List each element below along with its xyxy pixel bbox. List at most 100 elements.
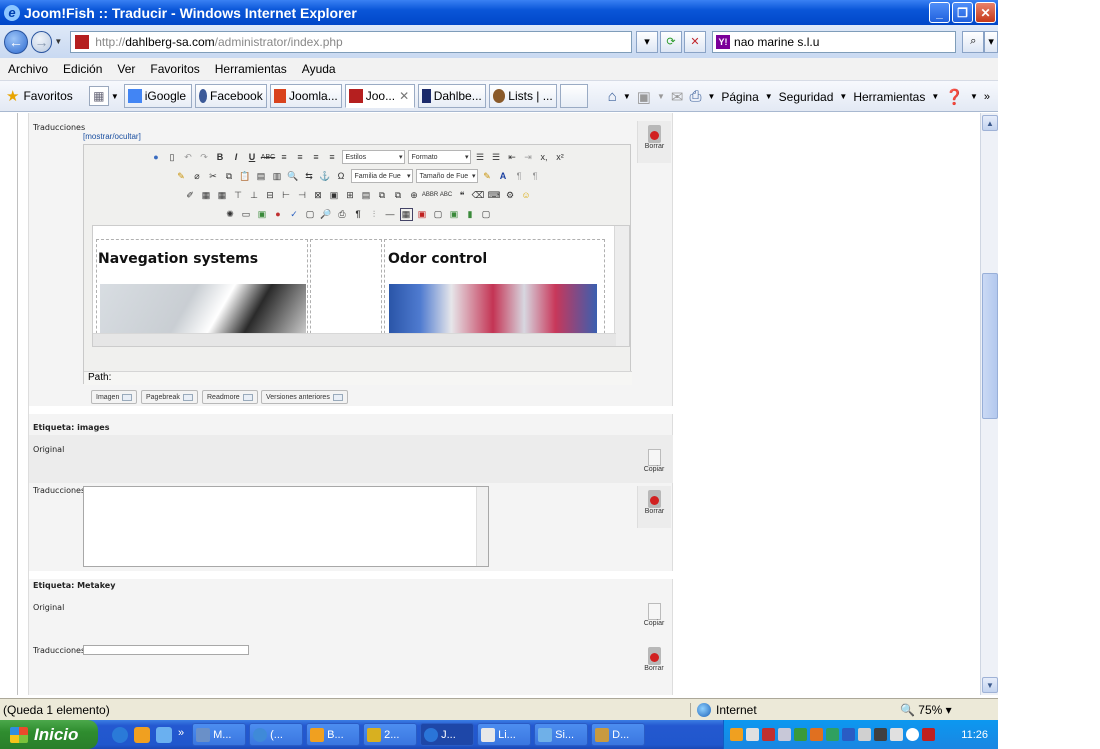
align-left-icon[interactable]: ≡ bbox=[278, 151, 291, 164]
visual-aid-icon[interactable]: ▦ bbox=[399, 207, 413, 221]
spellcheck-icon[interactable]: ✓ bbox=[288, 208, 301, 221]
taskbar-button-4[interactable]: 2... bbox=[363, 723, 418, 746]
versiones-anteriores-button[interactable]: Versiones anteriores bbox=[261, 390, 348, 404]
scroll-thumb[interactable] bbox=[982, 273, 998, 419]
subscript-icon[interactable]: x, bbox=[538, 151, 551, 164]
row-before-icon[interactable]: ⊤ bbox=[232, 189, 245, 202]
delete-row-icon[interactable]: ⊟ bbox=[264, 189, 277, 202]
restore-button[interactable]: ❐ bbox=[952, 2, 973, 23]
find-icon[interactable]: 🔍 bbox=[287, 170, 300, 183]
menu-herramientas[interactable]: Herramientas bbox=[215, 62, 287, 76]
ltr-icon[interactable]: ¶ bbox=[513, 170, 526, 183]
about-icon[interactable]: ● bbox=[150, 151, 163, 164]
strikethrough-icon[interactable]: ABC bbox=[261, 151, 275, 164]
explorer-quicklaunch-icon[interactable] bbox=[156, 726, 172, 743]
menu-ayuda[interactable]: Ayuda bbox=[302, 62, 336, 76]
deletion-icon[interactable]: ⌫ bbox=[472, 189, 485, 202]
feeds-icon[interactable]: ▣ bbox=[637, 88, 651, 106]
ordered-list-icon[interactable]: ☰ bbox=[474, 151, 487, 164]
recent-pages-dropdown[interactable]: ▼ bbox=[52, 37, 64, 46]
tab-joomfish-active[interactable]: Joo... ✕ bbox=[344, 84, 415, 108]
menu-ver[interactable]: Ver bbox=[117, 62, 135, 76]
tray-icon[interactable] bbox=[826, 728, 839, 741]
edit-css-icon[interactable]: ✐ bbox=[184, 189, 197, 202]
start-button[interactable]: Inicio bbox=[0, 720, 98, 749]
tray-icon[interactable] bbox=[842, 728, 855, 741]
bold-icon[interactable]: B bbox=[214, 151, 227, 164]
metakey-translation-input[interactable] bbox=[83, 645, 249, 655]
print-icon[interactable]: ⎙ bbox=[689, 88, 701, 105]
paste-text-icon[interactable]: ▤ bbox=[255, 170, 268, 183]
firefox-quicklaunch-icon[interactable] bbox=[134, 726, 150, 743]
format-select[interactable]: Formato bbox=[407, 150, 471, 164]
textarea-scrollbar[interactable] bbox=[476, 487, 488, 566]
attributes-icon[interactable]: ⚙ bbox=[504, 189, 517, 202]
zoom-control[interactable]: 🔍 75% ▾ bbox=[900, 703, 952, 717]
scroll-down-button[interactable]: ▼ bbox=[982, 677, 998, 693]
imagen-button[interactable]: Imagen bbox=[91, 390, 138, 404]
toggle-editor-link[interactable]: [mostrar/ocultar] bbox=[83, 132, 141, 141]
remove-link-icon[interactable]: ⌀ bbox=[191, 170, 204, 183]
security-menu[interactable]: Seguridad bbox=[779, 90, 834, 104]
split-cells-icon[interactable]: ⊞ bbox=[344, 189, 357, 202]
scroll-up-button[interactable]: ▲ bbox=[982, 115, 998, 131]
cut-icon[interactable]: ✂ bbox=[207, 170, 220, 183]
table-icon[interactable]: ▦ bbox=[200, 189, 213, 202]
new-document-icon[interactable]: ▯ bbox=[166, 151, 179, 164]
borrar-button-1[interactable]: Borrar bbox=[637, 121, 671, 163]
search-input[interactable]: Y! nao marine s.l.u bbox=[712, 30, 957, 53]
copiar-button-2[interactable]: Copiar bbox=[637, 597, 671, 639]
tray-icon[interactable] bbox=[858, 728, 871, 741]
paste-word-icon[interactable]: ▥ bbox=[271, 170, 284, 183]
tools-menu[interactable]: Herramientas bbox=[853, 90, 925, 104]
paste-icon[interactable]: 📋 bbox=[239, 170, 252, 183]
taskbar-button-5[interactable]: J... bbox=[420, 723, 475, 746]
move-forward-icon[interactable]: ⧉ bbox=[376, 189, 389, 202]
tab-facebook[interactable]: Facebook bbox=[194, 84, 267, 108]
tray-icon[interactable] bbox=[906, 728, 919, 741]
delete-col-icon[interactable]: ⊠ bbox=[312, 189, 325, 202]
image-icon[interactable]: ▣ bbox=[256, 208, 269, 221]
quick-tabs-icon[interactable]: ▦ bbox=[88, 86, 109, 106]
tray-icon[interactable] bbox=[746, 728, 759, 741]
tray-icon[interactable] bbox=[890, 728, 903, 741]
row-after-icon[interactable]: ⊥ bbox=[248, 189, 261, 202]
table-props-icon[interactable]: ▦ bbox=[216, 189, 229, 202]
taskbar-button-7[interactable]: Si... bbox=[534, 723, 589, 746]
taskbar-clock[interactable]: 11:26 bbox=[961, 729, 988, 741]
taskbar-button-1[interactable]: M... bbox=[192, 723, 247, 746]
tray-icon[interactable] bbox=[922, 728, 935, 741]
replace-icon[interactable]: ⇆ bbox=[303, 170, 316, 183]
cleanup-icon[interactable]: ✎ bbox=[175, 170, 188, 183]
editor-content-area[interactable]: Navegation systems Odor control bbox=[92, 225, 630, 347]
borrar-button-3[interactable]: Borrar bbox=[637, 643, 671, 685]
media-icon[interactable]: ✺ bbox=[224, 208, 237, 221]
search-options-button[interactable]: ▾ bbox=[984, 30, 999, 53]
editor-vertical-scrollbar[interactable] bbox=[614, 226, 629, 346]
merge-cells-icon[interactable]: ▣ bbox=[328, 189, 341, 202]
menu-favoritos[interactable]: Favoritos bbox=[150, 62, 199, 76]
font-size-select[interactable]: Tamaño de Fue bbox=[415, 169, 478, 183]
copy-icon[interactable]: ⧉ bbox=[223, 170, 236, 183]
favorites-button[interactable]: Favoritos bbox=[23, 89, 72, 103]
preview-icon[interactable]: ▢ bbox=[304, 208, 317, 221]
readmore-button[interactable]: Readmore bbox=[202, 390, 258, 404]
acronym-icon[interactable]: ABC bbox=[440, 189, 453, 202]
outdent-icon[interactable]: ⇤ bbox=[506, 151, 519, 164]
images-translation-textarea[interactable] bbox=[83, 486, 489, 567]
underline-icon[interactable]: U bbox=[246, 151, 259, 164]
editor-horizontal-scrollbar[interactable] bbox=[93, 333, 616, 346]
absolute-icon[interactable]: ⊕ bbox=[408, 189, 421, 202]
stop-button[interactable]: ✕ bbox=[684, 30, 707, 53]
copiar-button-1[interactable]: Copiar bbox=[637, 443, 671, 485]
tab-dahlberg[interactable]: Dahlbe... bbox=[417, 84, 486, 108]
menu-archivo[interactable]: Archivo bbox=[8, 62, 48, 76]
undo-icon[interactable]: ↶ bbox=[182, 151, 195, 164]
page-menu[interactable]: Página bbox=[721, 90, 758, 104]
back-button[interactable]: ← bbox=[4, 29, 28, 54]
visual-chars-icon[interactable]: ¶ bbox=[352, 208, 365, 221]
redo-icon[interactable]: ↷ bbox=[198, 151, 211, 164]
favorites-star-icon[interactable]: ★ bbox=[6, 87, 19, 105]
home-icon[interactable]: ⌂ bbox=[608, 88, 617, 105]
pdf-icon[interactable]: ▣ bbox=[416, 208, 429, 221]
